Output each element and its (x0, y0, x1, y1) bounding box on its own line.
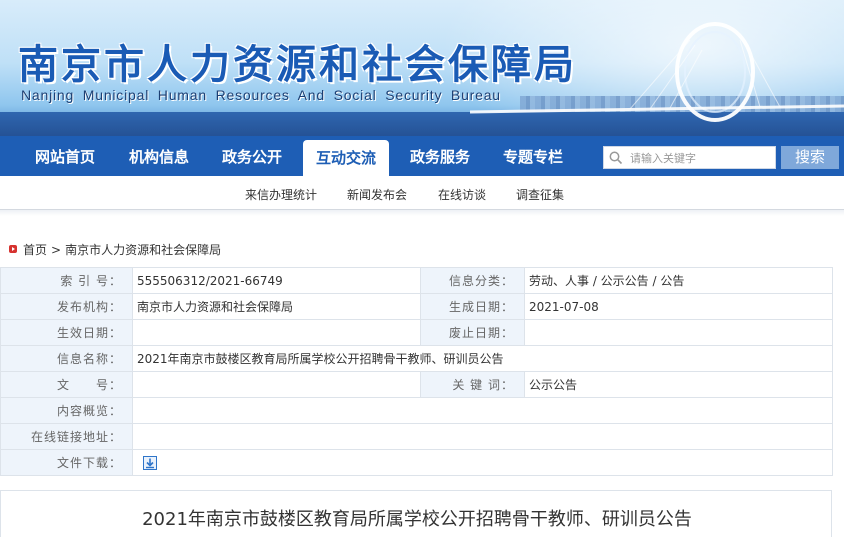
site-subtitle: Nanjing Municipal Human Resources And So… (21, 87, 501, 103)
table-row: 索 引 号： 555506312/2021-66749 信息分类： 劳动、人事 … (0, 267, 833, 294)
category-value: 劳动、人事 / 公示公告 / 公告 (524, 267, 833, 294)
keywords-label: 关 键 词： (420, 371, 525, 398)
effective-date-label: 生效日期： (0, 319, 133, 346)
table-row: 发布机构： 南京市人力资源和社会保障局 生成日期： 2021-07-08 (0, 293, 833, 320)
nav-item-special-topics[interactable]: 专题专栏 (490, 136, 576, 176)
subnav-item-letter-stats[interactable]: 来信办理统计 (245, 186, 317, 203)
breadcrumb-current-link[interactable]: 南京市人力资源和社会保障局 (65, 243, 221, 257)
info-name-value: 2021年南京市鼓楼区教育局所属学校公开招聘骨干教师、研训员公告 (132, 345, 833, 372)
online-link-label: 在线链接地址： (0, 423, 133, 450)
breadcrumb-home-link[interactable]: 首页 (23, 243, 47, 257)
table-row: 内容概览： (0, 397, 833, 424)
subnav-item-online-interview[interactable]: 在线访谈 (438, 186, 486, 203)
site-title: 南京市人力资源和社会保障局 (18, 41, 577, 88)
category-label: 信息分类： (420, 267, 525, 294)
file-download-label: 文件下载： (0, 449, 133, 476)
table-row: 生效日期： 废止日期： (0, 319, 833, 346)
org-label: 发布机构： (0, 293, 133, 320)
repeal-date-label: 废止日期： (420, 319, 525, 346)
download-icon[interactable] (143, 455, 157, 470)
created-date-value: 2021-07-08 (524, 293, 833, 320)
info-table: 索 引 号： 555506312/2021-66749 信息分类： 劳动、人事 … (0, 267, 833, 476)
doc-number-label: 文 号： (0, 371, 133, 398)
search-box (603, 146, 776, 169)
nav-item-gov-services[interactable]: 政务服务 (396, 136, 484, 176)
table-row: 信息名称： 2021年南京市鼓楼区教育局所属学校公开招聘骨干教师、研训员公告 (0, 345, 833, 372)
index-value: 555506312/2021-66749 (132, 267, 421, 294)
header-banner: 南京市人力资源和社会保障局 Nanjing Municipal Human Re… (0, 0, 844, 140)
search-input[interactable] (630, 149, 770, 167)
info-name-label: 信息名称： (0, 345, 133, 372)
keywords-value: 公示公告 (524, 371, 833, 398)
index-label: 索 引 号： (0, 267, 133, 294)
table-row: 文件下载： (0, 449, 833, 476)
article-title: 2021年南京市鼓楼区教育局所属学校公开招聘骨干教师、研训员公告 (142, 509, 692, 530)
subnav-item-press-conference[interactable]: 新闻发布会 (347, 186, 407, 203)
summary-value (132, 397, 833, 424)
repeal-date-value (524, 319, 833, 346)
article-container: 2021年南京市鼓楼区教育局所属学校公开招聘骨干教师、研训员公告 (0, 490, 832, 537)
breadcrumb: 首页 > 南京市人力资源和社会保障局 (9, 241, 221, 257)
nav-item-org-info[interactable]: 机构信息 (116, 136, 202, 176)
org-value: 南京市人力资源和社会保障局 (132, 293, 421, 320)
location-icon (9, 245, 17, 253)
nav-item-home[interactable]: 网站首页 (22, 136, 108, 176)
search-button[interactable]: 搜索 (781, 146, 839, 169)
file-download-cell (132, 449, 833, 476)
doc-number-value (132, 371, 421, 398)
table-row: 在线链接地址： (0, 423, 833, 450)
table-row: 文 号： 关 键 词： 公示公告 (0, 371, 833, 398)
effective-date-value (132, 319, 421, 346)
online-link-value (132, 423, 833, 450)
summary-label: 内容概览： (0, 397, 133, 424)
sub-nav: 来信办理统计 新闻发布会 在线访谈 调查征集 (0, 176, 844, 210)
search-icon (609, 151, 623, 165)
breadcrumb-separator: > (51, 243, 62, 257)
created-date-label: 生成日期： (420, 293, 525, 320)
nav-item-gov-affairs[interactable]: 政务公开 (208, 136, 296, 176)
nav-item-interaction[interactable]: 互动交流 (303, 140, 389, 176)
subnav-shadow (0, 210, 844, 216)
subnav-item-survey[interactable]: 调查征集 (516, 186, 564, 203)
